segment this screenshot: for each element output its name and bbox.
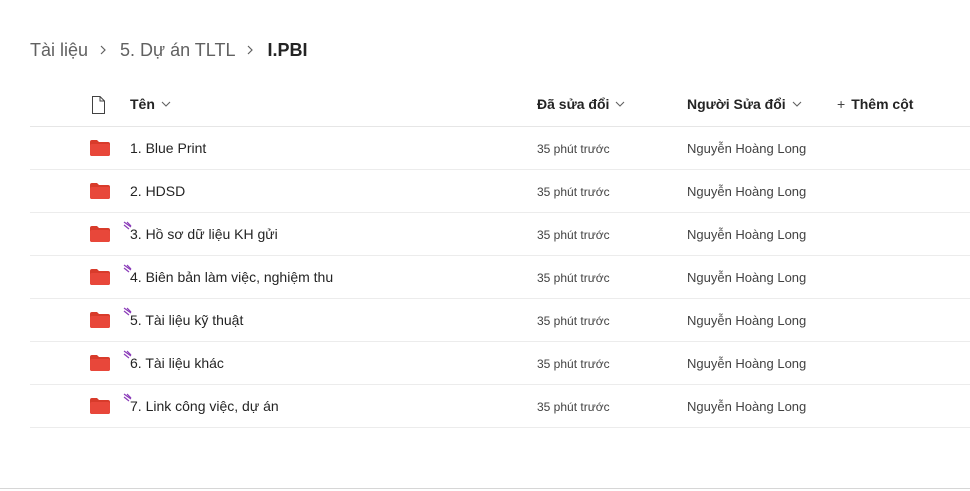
row-modified-by[interactable]: Nguyễn Hoàng Long bbox=[687, 356, 806, 371]
column-header-name-label: Tên bbox=[130, 96, 155, 112]
row-modified-by[interactable]: Nguyễn Hoàng Long bbox=[687, 227, 806, 242]
plus-icon: + bbox=[837, 96, 846, 112]
column-header-modified[interactable]: Đã sửa đổi bbox=[537, 96, 625, 112]
folder-icon bbox=[90, 269, 110, 285]
folder-icon bbox=[90, 140, 110, 156]
file-list: 1. Blue Print 35 phút trước Nguyễn Hoàng… bbox=[30, 127, 970, 428]
table-row[interactable]: 6. Tài liệu khác 35 phút trước Nguyễn Ho… bbox=[30, 342, 970, 385]
breadcrumb-item-project[interactable]: 5. Dự án TLTL bbox=[120, 40, 235, 61]
table-row[interactable]: 2. HDSD 35 phút trước Nguyễn Hoàng Long bbox=[30, 170, 970, 213]
chevron-right-icon bbox=[248, 45, 254, 55]
row-modified: 35 phút trước bbox=[537, 357, 610, 371]
add-column-label: Thêm cột bbox=[851, 96, 914, 112]
add-column-button[interactable]: + Thêm cột bbox=[837, 96, 913, 112]
row-modified: 35 phút trước bbox=[537, 142, 610, 156]
file-icon[interactable] bbox=[90, 96, 106, 114]
row-modified: 35 phút trước bbox=[537, 314, 610, 328]
row-name[interactable]: 7. Link công việc, dự án bbox=[130, 398, 279, 414]
folder-icon bbox=[90, 398, 110, 414]
row-name[interactable]: 1. Blue Print bbox=[130, 140, 206, 156]
row-name[interactable]: 5. Tài liệu kỹ thuật bbox=[130, 312, 243, 328]
table-row[interactable]: 4. Biên bản làm việc, nghiệm thu 35 phút… bbox=[30, 256, 970, 299]
row-name[interactable]: 4. Biên bản làm việc, nghiệm thu bbox=[130, 269, 333, 285]
row-modified: 35 phút trước bbox=[537, 271, 610, 285]
chevron-down-icon bbox=[616, 101, 625, 107]
row-name[interactable]: 6. Tài liệu khác bbox=[130, 355, 224, 371]
column-header-modified-label: Đã sửa đổi bbox=[537, 96, 610, 112]
table-row[interactable]: 1. Blue Print 35 phút trước Nguyễn Hoàng… bbox=[30, 127, 970, 170]
breadcrumb-item-documents[interactable]: Tài liệu bbox=[30, 40, 88, 61]
row-modified-by[interactable]: Nguyễn Hoàng Long bbox=[687, 184, 806, 199]
table-row[interactable]: 7. Link công việc, dự án 35 phút trước N… bbox=[30, 385, 970, 428]
row-name[interactable]: 2. HDSD bbox=[130, 183, 185, 199]
breadcrumb: Tài liệu 5. Dự án TLTL I.PBI bbox=[30, 36, 307, 64]
folder-icon bbox=[90, 355, 110, 371]
chevron-right-icon bbox=[100, 45, 106, 55]
row-modified: 35 phút trước bbox=[537, 185, 610, 199]
list-header: Tên Đã sửa đổi Người Sửa đổi + Thêm cột bbox=[30, 84, 970, 127]
column-header-name[interactable]: Tên bbox=[130, 96, 171, 112]
row-modified: 35 phút trước bbox=[537, 400, 610, 414]
chevron-down-icon bbox=[792, 101, 802, 107]
column-header-modified-by-label: Người Sửa đổi bbox=[687, 96, 786, 112]
folder-icon bbox=[90, 226, 110, 242]
row-modified-by[interactable]: Nguyễn Hoàng Long bbox=[687, 313, 806, 328]
row-modified: 35 phút trước bbox=[537, 228, 610, 242]
row-modified-by[interactable]: Nguyễn Hoàng Long bbox=[687, 399, 806, 414]
table-row[interactable]: 3. Hồ sơ dữ liệu KH gửi 35 phút trước Ng… bbox=[30, 213, 970, 256]
table-row[interactable]: 5. Tài liệu kỹ thuật 35 phút trước Nguyễ… bbox=[30, 299, 970, 342]
folder-icon bbox=[90, 312, 110, 328]
row-name[interactable]: 3. Hồ sơ dữ liệu KH gửi bbox=[130, 226, 278, 242]
chevron-down-icon bbox=[161, 101, 171, 107]
row-modified-by[interactable]: Nguyễn Hoàng Long bbox=[687, 141, 806, 156]
divider bbox=[0, 488, 970, 489]
column-header-modified-by[interactable]: Người Sửa đổi bbox=[687, 96, 802, 112]
row-modified-by[interactable]: Nguyễn Hoàng Long bbox=[687, 270, 806, 285]
breadcrumb-item-current: I.PBI bbox=[267, 39, 308, 60]
folder-icon bbox=[90, 183, 110, 199]
